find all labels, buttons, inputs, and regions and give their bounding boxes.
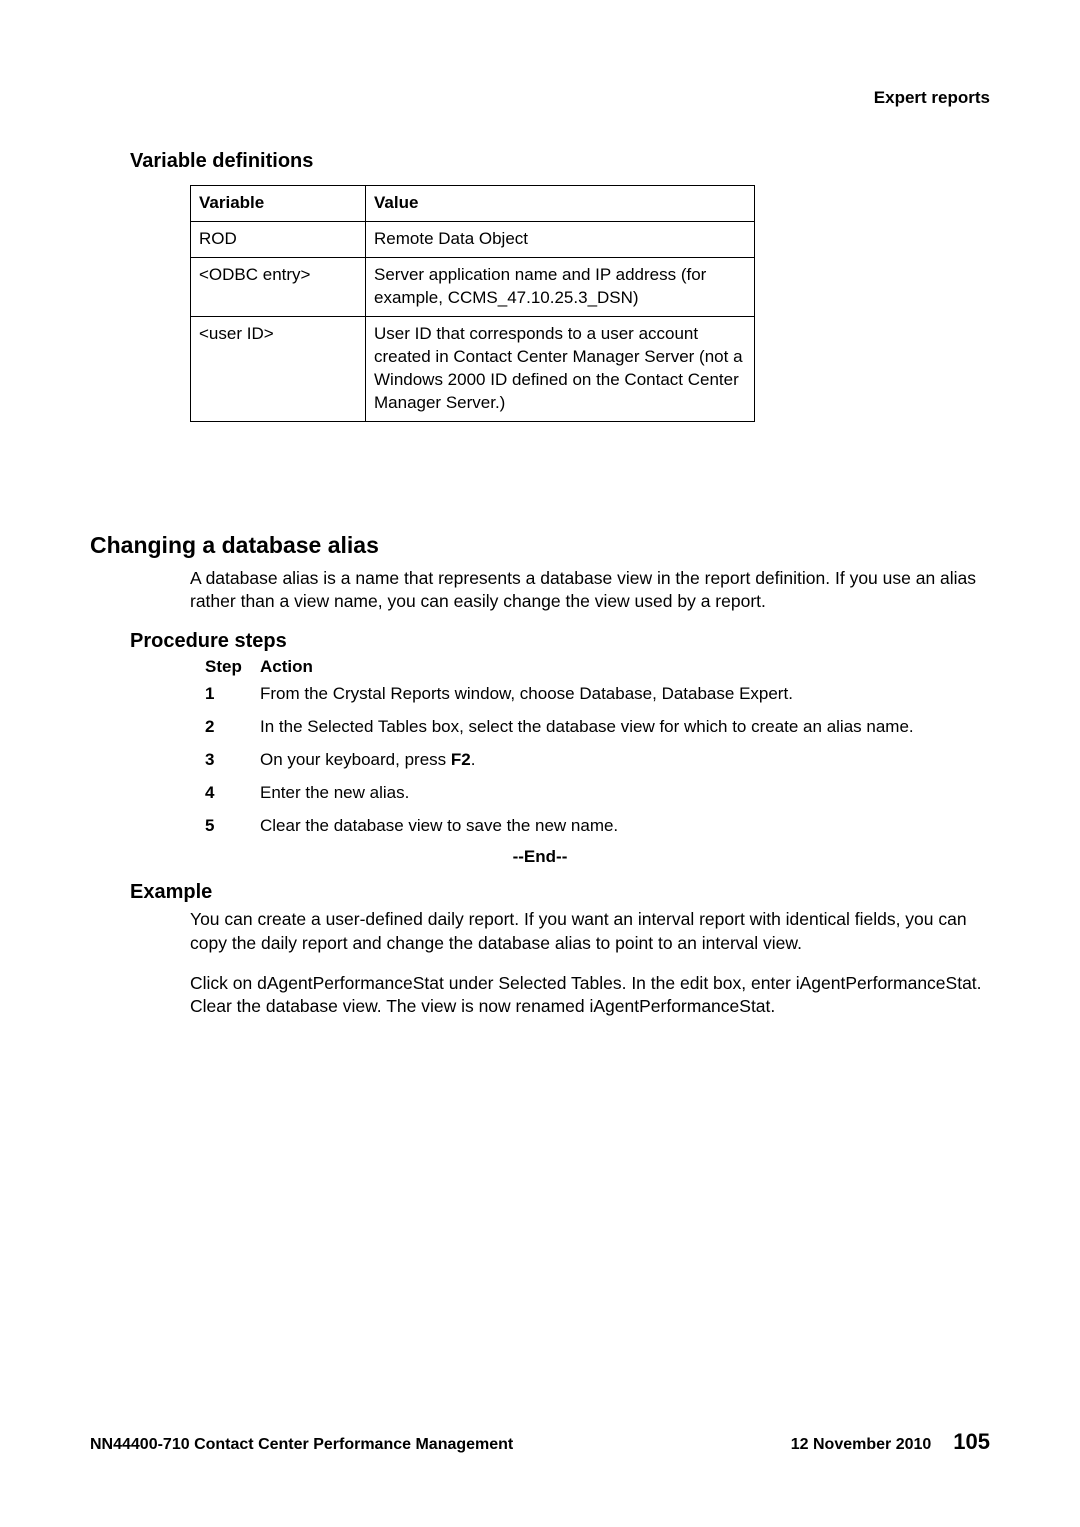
step-number: 3 [205,749,260,772]
running-header: Expert reports [90,88,990,108]
section-body: A database alias is a name that represen… [90,567,990,614]
cell-value: Remote Data Object [366,221,755,257]
table-row: ROD Remote Data Object [191,221,755,257]
list-item: 4 Enter the new alias. [205,782,990,805]
cell-variable: ROD [191,221,366,257]
col-header-variable: Variable [191,186,366,222]
intro-paragraph: A database alias is a name that represen… [190,567,990,614]
action-header-label: Action [260,657,990,677]
list-item: 5 Clear the database view to save the ne… [205,815,990,838]
list-item: 1 From the Crystal Reports window, choos… [205,683,990,706]
step-header-label: Step [205,657,260,677]
footer-page-number: 105 [953,1429,990,1455]
table-header-row: Variable Value [191,186,755,222]
footer-right: 12 November 2010 105 [791,1429,990,1455]
table-row: <ODBC entry> Server application name and… [191,257,755,316]
list-item: 3 On your keyboard, press F2. [205,749,990,772]
cell-value: Server application name and IP address (… [366,257,755,316]
step-action: On your keyboard, press F2. [260,749,990,772]
list-item: 2 In the Selected Tables box, select the… [205,716,990,739]
step-action: Clear the database view to save the new … [260,815,990,838]
table-row: <user ID> User ID that corresponds to a … [191,316,755,421]
cell-value: User ID that corresponds to a user accou… [366,316,755,421]
step-number: 4 [205,782,260,805]
steps-list: 1 From the Crystal Reports window, choos… [90,683,990,838]
step-action: Enter the new alias. [260,782,990,805]
step-number: 1 [205,683,260,706]
example-body: You can create a user-defined daily repo… [90,908,990,1019]
steps-header: Step Action [90,657,990,677]
step-number: 5 [205,815,260,838]
section-title-variable-definitions: Variable definitions [90,150,990,173]
page-footer: NN44400-710 Contact Center Performance M… [90,1429,990,1455]
footer-date: 12 November 2010 [791,1436,932,1454]
page: Expert reports Variable definitions Vari… [0,0,1080,1527]
col-header-value: Value [366,186,755,222]
footer-doc-id: NN44400-710 Contact Center Performance M… [90,1436,513,1454]
section-title-changing-database-alias: Changing a database alias [90,532,990,559]
example-paragraph-2: Click on dAgentPerformanceStat under Sel… [190,972,990,1019]
example-paragraph-1: You can create a user-defined daily repo… [190,908,990,955]
cell-variable: <ODBC entry> [191,257,366,316]
procedure-steps-title: Procedure steps [90,630,990,653]
step-action: In the Selected Tables box, select the d… [260,716,990,739]
step-action: From the Crystal Reports window, choose … [260,683,990,706]
variable-definitions-table: Variable Value ROD Remote Data Object <O… [190,185,755,422]
cell-variable: <user ID> [191,316,366,421]
step-number: 2 [205,716,260,739]
example-title: Example [90,881,990,904]
end-marker: --End-- [90,847,990,867]
